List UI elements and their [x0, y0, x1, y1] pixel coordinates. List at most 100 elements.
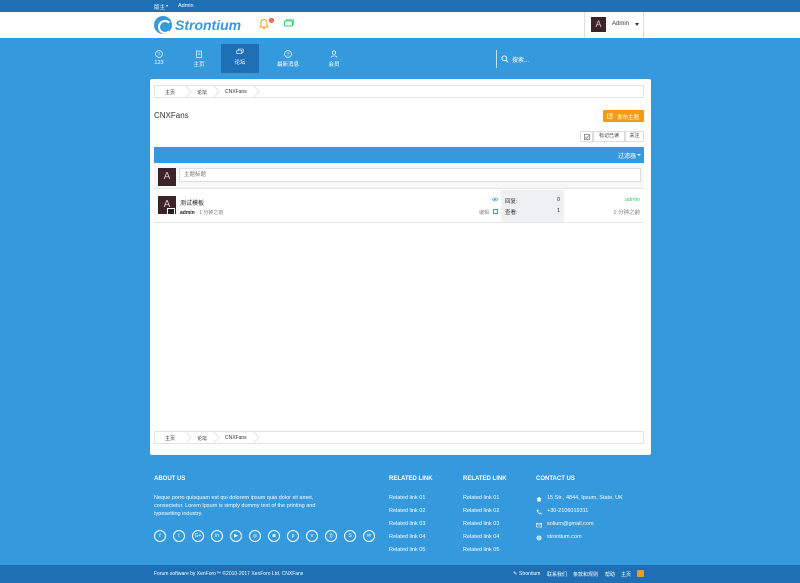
home-icon — [536, 496, 542, 502]
eye-icon[interactable] — [492, 197, 498, 202]
email-icon[interactable]: ✉ — [363, 530, 375, 542]
related-link[interactable]: Related link 03 — [389, 521, 425, 527]
rss-icon[interactable] — [637, 570, 644, 577]
mini-avatar — [167, 208, 175, 215]
svg-text:?: ? — [287, 52, 290, 57]
dribbble-icon[interactable]: ◎ — [249, 530, 261, 542]
breadcrumb-forums[interactable]: 论坛 — [197, 89, 207, 96]
related-link[interactable]: Related link 05 — [389, 547, 425, 553]
breadcrumb-current[interactable]: CNXFans — [225, 435, 247, 441]
post-thread-button[interactable]: 发布主题 — [603, 110, 644, 122]
logo-text: Strontium — [175, 17, 242, 33]
username-label: Admin — [612, 21, 630, 27]
main-panel: 主页 论坛 CNXFans CNXFans 发布主题 标记已读 关注 过滤器 A… — [150, 79, 651, 455]
youtube-icon[interactable]: ▶ — [230, 530, 242, 542]
search-divider — [496, 50, 497, 68]
google-plus-icon[interactable]: G+ — [192, 530, 204, 542]
instagram-icon[interactable]: ◙ — [268, 530, 280, 542]
facebook-icon[interactable]: f — [154, 530, 166, 542]
vimeo-icon[interactable]: v — [306, 530, 318, 542]
nav-label: 论坛 — [234, 60, 246, 66]
replies-count: 0 — [556, 197, 560, 203]
footer-link-terms[interactable]: 条款和规则 — [573, 571, 598, 578]
views-count: 1 — [556, 208, 560, 214]
thread-edit-link[interactable]: 编辑 — [479, 209, 489, 216]
top-strip: 版主 ▾ Admin — [0, 0, 800, 12]
related-link[interactable]: Related link 02 — [389, 508, 425, 514]
pinterest-icon[interactable]: p — [287, 530, 299, 542]
style-chooser-icon: ✎ — [513, 571, 518, 577]
thread-select-checkbox[interactable] — [493, 209, 498, 214]
conversations-icon[interactable] — [283, 18, 295, 30]
contact-website[interactable]: strontium.com — [547, 534, 582, 540]
rss-icon[interactable]: )) — [325, 530, 337, 542]
breadcrumb-separator — [185, 86, 192, 97]
related-link[interactable]: Related link 01 — [463, 495, 499, 501]
footer-link-home[interactable]: 主页 — [621, 571, 631, 578]
footer-link-help[interactable]: 帮助 — [605, 571, 615, 578]
follow-button[interactable]: 关注 — [625, 131, 644, 142]
style-chooser-link[interactable]: Strontium — [519, 571, 540, 577]
site-logo[interactable]: Strontium — [154, 15, 241, 35]
chevron-down-icon — [637, 154, 641, 156]
notification-badge: 3 — [269, 18, 274, 23]
question-circle-icon: ? — [284, 50, 292, 58]
twitter-icon[interactable]: t — [173, 530, 185, 542]
chevron-down-icon — [635, 23, 639, 26]
linkedin-icon[interactable]: in — [211, 530, 223, 542]
related-link[interactable]: Related link 05 — [463, 547, 499, 553]
nav-label: 123 — [154, 60, 164, 66]
breadcrumb-separator — [185, 432, 192, 443]
contact-address: 15 Str., 4844, Ipsum, State, UK — [547, 495, 623, 501]
related-link[interactable]: Related link 02 — [463, 508, 499, 514]
breadcrumb-home[interactable]: 主页 — [165, 89, 175, 96]
breadcrumb-forums[interactable]: 论坛 — [197, 435, 207, 442]
related-link[interactable]: Related link 04 — [389, 534, 425, 540]
nav-label: 主页 — [193, 62, 205, 68]
lang-menu[interactable]: 版主 — [154, 3, 165, 11]
mark-read-button[interactable]: 标记已读 — [593, 131, 625, 142]
contact-email[interactable]: solium@gmail.com — [547, 521, 594, 527]
search-icon[interactable] — [501, 55, 509, 63]
search-input[interactable]: 搜索... — [512, 55, 529, 64]
thread-time: 1 分钟之前 — [199, 210, 224, 216]
contact-phone: +30-2106019311 — [547, 508, 589, 514]
thread-title-link[interactable]: 测试模板 — [180, 198, 204, 207]
nav-item-forums[interactable]: 论坛 — [221, 44, 259, 73]
avatar: A — [591, 17, 606, 32]
nav-item-123[interactable]: ? 123 — [140, 46, 178, 73]
user-menu[interactable]: A Admin — [584, 12, 644, 38]
thread-title-input[interactable] — [179, 168, 641, 182]
checkbox-icon — [583, 133, 590, 140]
about-text: Neque porro quisquam est qui dolorem ips… — [154, 495, 316, 517]
post-thread-label: 发布主题 — [617, 115, 640, 121]
edit-icon — [607, 113, 613, 119]
thread-author-link[interactable]: admin — [180, 210, 195, 216]
skype-icon[interactable]: S — [344, 530, 356, 542]
thread-meta: admin · 1 分钟之前 — [180, 210, 224, 216]
last-post-user-link[interactable]: admin — [625, 197, 640, 203]
select-toggle-button[interactable] — [580, 131, 593, 142]
site-header: Strontium 3 A Admin — [0, 12, 800, 38]
nav-item-members[interactable]: 会员 — [315, 46, 353, 73]
related-link[interactable]: Related link 03 — [463, 521, 499, 527]
related-links-heading: RELATED LINK — [389, 476, 433, 482]
views-label: 查看: — [505, 210, 518, 216]
nav-item-whats-new[interactable]: ? 最新消息 — [268, 46, 308, 73]
logo-mark-icon — [154, 16, 172, 34]
quick-thread-row: A — [154, 163, 644, 189]
related-link[interactable]: Related link 04 — [463, 534, 499, 540]
breadcrumb-home[interactable]: 主页 — [165, 435, 175, 442]
footer-link-contact[interactable]: 联系我们 — [547, 571, 567, 578]
filter-menu[interactable]: 过滤器 — [618, 151, 636, 160]
last-post-time[interactable]: 1 分钟之前 — [613, 208, 640, 216]
related-link[interactable]: Related link 01 — [389, 495, 425, 501]
replies-label: 回复: — [505, 199, 518, 205]
top-user-link[interactable]: Admin — [178, 3, 194, 9]
nav-item-home[interactable]: 主页 — [180, 46, 218, 73]
thread-row: A 测试模板 admin · 1 分钟之前 编辑 回复: 0 查看: 1 adm… — [154, 190, 644, 223]
breadcrumb-bottom: 主页 论坛 CNXFans — [154, 431, 644, 444]
page-title: CNXFans — [154, 111, 189, 120]
nav-label: 最新消息 — [276, 62, 299, 68]
breadcrumb-current[interactable]: CNXFans — [225, 89, 247, 95]
